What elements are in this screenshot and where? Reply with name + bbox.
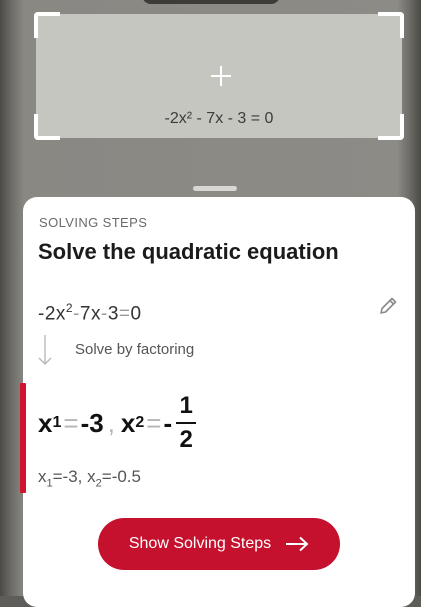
crosshair-icon — [211, 66, 231, 86]
fraction-numerator: 1 — [179, 392, 193, 419]
result-x2: x — [120, 407, 136, 438]
decimal-x1: x — [38, 467, 47, 486]
decimal-result: x1=-3, x2=-0.5 — [38, 467, 141, 489]
result-sub2: 2 — [135, 414, 145, 431]
camera-top-pill — [142, 0, 280, 4]
equation[interactable]: -2x2-7x-3=0 — [38, 301, 142, 325]
equation-op2: - — [101, 303, 108, 325]
method-label: Solve by factoring — [75, 341, 195, 358]
result-fraction: 1 2 — [176, 392, 197, 453]
result-sub1: 1 — [52, 414, 62, 431]
arrow-right-icon — [286, 536, 309, 552]
sheet-title: Solve the quadratic equation — [38, 239, 339, 264]
frame-corner-top-right[interactable] — [378, 12, 404, 38]
frame-corner-top-left[interactable] — [34, 12, 60, 38]
scanned-equation: -2x² - 7x - 3 = 0 — [164, 110, 274, 127]
equation-rhs: 0 — [130, 303, 142, 325]
result-x1: x — [38, 407, 53, 438]
show-solving-steps-button[interactable]: Show Solving Steps — [98, 518, 340, 570]
equation-term-a: -2x — [38, 303, 66, 325]
result-eq2: = — [146, 407, 162, 438]
down-arrow-icon — [38, 335, 52, 365]
result-value1: -3 — [80, 407, 104, 438]
result-comma: , — [107, 407, 115, 438]
decimal-x2: x — [87, 467, 96, 486]
decimal-value1: =-3 — [52, 467, 78, 486]
fraction-bar — [176, 422, 197, 424]
equation-eq: = — [118, 303, 131, 325]
solving-steps-sheet: SOLVING STEPS Solve the quadratic equati… — [20, 197, 415, 607]
equation-term-c: 3 — [107, 303, 119, 325]
sheet-eyebrow: SOLVING STEPS — [39, 215, 148, 230]
result-accent-bar — [20, 383, 26, 493]
decimal-comma: , — [77, 467, 83, 486]
pencil-icon[interactable] — [377, 295, 399, 317]
cta-label: Show Solving Steps — [128, 535, 272, 552]
solution-result: x 1 = -3, x 2 = - 1 2 — [38, 387, 197, 459]
result-sign2: - — [163, 407, 173, 438]
scan-frame: -2x² - 7x - 3 = 0 — [34, 12, 404, 140]
fraction-denominator: 2 — [179, 426, 193, 453]
equation-op1: - — [73, 303, 80, 325]
decimal-value2: =-0.5 — [101, 467, 141, 486]
equation-term-b: 7x — [79, 303, 101, 325]
result-eq1: = — [63, 407, 79, 438]
sheet-drag-handle[interactable] — [193, 186, 237, 191]
